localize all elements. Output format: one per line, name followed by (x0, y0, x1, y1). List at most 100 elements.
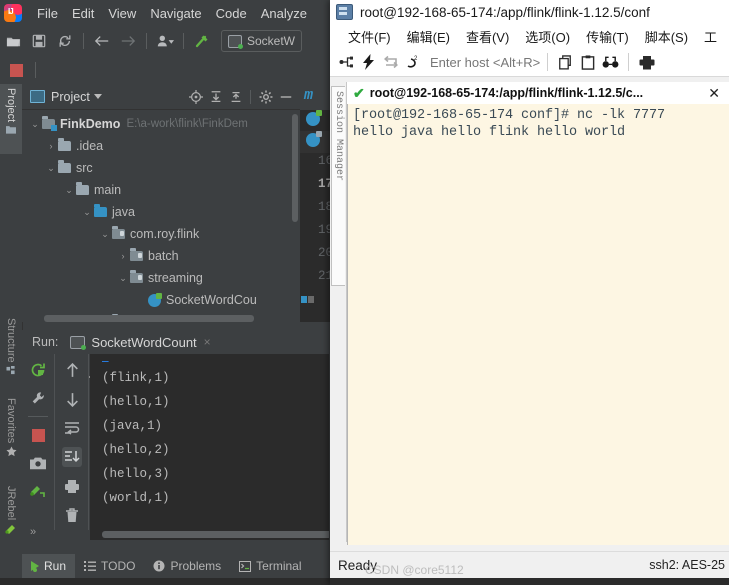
bottom-tab-problems[interactable]: Problems (144, 554, 230, 578)
run-tab-socketwordcount[interactable]: SocketWordCount × (70, 335, 211, 350)
chevron-collapsed-icon[interactable]: › (44, 141, 58, 151)
tree-node-package-batch[interactable]: › batch (22, 245, 300, 267)
run-configuration-selector[interactable]: SocketW (221, 30, 303, 52)
terminal-output[interactable]: [root@192-168-65-174 conf]# nc -lk 7777 … (347, 104, 729, 545)
host-input[interactable]: Enter host <Alt+R> (430, 55, 540, 70)
bottom-tab-terminal[interactable]: Terminal (230, 554, 310, 578)
console-link[interactable] (102, 354, 109, 364)
tree-node-src[interactable]: ⌄ src (22, 157, 300, 179)
sync-icon[interactable] (54, 30, 76, 52)
bottom-tab-todo[interactable]: TODO (75, 554, 144, 578)
paste-icon[interactable] (577, 51, 599, 73)
chevron-expanded-icon[interactable]: ⌄ (80, 207, 94, 218)
settings-wrench-icon[interactable] (28, 388, 48, 408)
scroll-to-end-icon[interactable] (62, 447, 82, 467)
tree-node-finkdemo[interactable]: ⌄ FinkDemo E:\a-work\flink\FinkDem (22, 113, 300, 135)
settings-gear-icon[interactable] (257, 88, 274, 105)
chevron-expanded-icon[interactable]: ⌄ (98, 229, 112, 240)
forward-arrow-icon[interactable] (117, 30, 139, 52)
chevron-expanded-icon[interactable]: ⌄ (116, 273, 130, 284)
disconnect-icon[interactable]: 2 (402, 51, 424, 73)
hide-panel-icon[interactable] (277, 88, 294, 105)
menu-item-transfer[interactable]: 传输(T) (578, 27, 637, 46)
terminal-icon (239, 560, 252, 572)
menu-item-code[interactable]: Code (209, 4, 254, 23)
chevron-collapsed-icon[interactable]: › (116, 251, 130, 261)
build-hammer-icon[interactable] (191, 30, 213, 52)
run-toolbar-more-button[interactable]: » (30, 526, 36, 538)
run-gutter-icon-secondary[interactable] (306, 131, 322, 147)
xshell-menu-bar: 文件(F) 编辑(E) 查看(V) 选项(O) 传输(T) 脚本(S) 工 (330, 24, 729, 48)
folder-icon (58, 138, 71, 151)
session-manager-tab[interactable]: Session Manager (331, 86, 345, 286)
console-line: (hello,1) (102, 395, 170, 409)
sidebar-item-project[interactable]: Project (0, 84, 22, 154)
close-icon[interactable]: ✕ (708, 85, 729, 102)
run-gutter-icon[interactable] (306, 110, 322, 126)
menu-item-navigate[interactable]: Navigate (143, 4, 208, 23)
back-arrow-icon[interactable] (91, 30, 113, 52)
terminal-line-prompt: [root@192-168-65-174 conf]# nc -lk 7777 (353, 108, 666, 123)
tool-tab-label-project: Project (5, 88, 17, 123)
sidebar-item-structure[interactable]: Structure (0, 314, 22, 386)
copy-session-icon[interactable] (555, 51, 577, 73)
sidebar-item-jrebel[interactable]: JRebel (0, 482, 22, 550)
xshell-status-bar: Ready ssh2: AES-25 (330, 551, 729, 578)
vcs-user-icon[interactable] (154, 30, 176, 52)
tree-node-java[interactable]: ⌄ java (22, 201, 300, 223)
new-session-icon[interactable] (336, 51, 358, 73)
menu-item-file[interactable]: 文件(F) (340, 27, 399, 46)
chevron-down-icon[interactable] (93, 94, 102, 99)
quick-connect-icon[interactable] (358, 51, 380, 73)
screenshot-camera-icon[interactable] (28, 453, 48, 473)
project-tree-horizontal-scrollbar[interactable] (44, 315, 254, 322)
tree-node-package-streaming[interactable]: ⌄ streaming (22, 267, 300, 289)
chevron-expanded-icon[interactable]: ⌄ (62, 185, 76, 196)
xshell-title-bar[interactable]: root@192-168-65-174:/app/flink/flink-1.1… (330, 0, 729, 24)
menu-item-edit[interactable]: 编辑(E) (399, 27, 458, 46)
soft-wrap-icon[interactable] (62, 418, 82, 438)
chevron-expanded-icon[interactable]: ⌄ (44, 163, 58, 174)
menu-item-analyze[interactable]: Analyze (254, 4, 314, 23)
run-config-label: SocketW (247, 34, 296, 48)
run-window-header: Run: SocketWordCount × (22, 330, 329, 354)
reconnect-icon[interactable] (380, 51, 402, 73)
scroll-up-icon[interactable] (62, 360, 82, 380)
jrebel-debug-icon[interactable] (28, 481, 48, 501)
scroll-down-icon[interactable] (62, 389, 82, 409)
print-icon[interactable] (636, 51, 658, 73)
package-icon (130, 248, 143, 261)
tree-node-socketwordcount[interactable]: SocketWordCou (22, 289, 300, 311)
close-icon[interactable]: × (204, 335, 211, 349)
find-icon[interactable] (599, 51, 621, 73)
run-console-output[interactable]: (flink,1) (hello,1) (java,1) (hello,2) (… (90, 354, 329, 540)
menu-item-view[interactable]: 查看(V) (458, 27, 517, 46)
rerun-icon[interactable] (28, 360, 48, 380)
menu-item-view[interactable]: View (101, 4, 143, 23)
tool-tab-label-jrebel: JRebel (5, 486, 17, 521)
project-tree-vertical-scrollbar[interactable] (292, 114, 298, 222)
menu-item-file[interactable]: File (30, 4, 65, 23)
tree-node-idea[interactable]: › .idea (22, 135, 300, 157)
chevron-expanded-icon[interactable]: ⌄ (28, 119, 42, 130)
locate-icon[interactable] (187, 88, 204, 105)
terminal-session-tab[interactable]: ✔ root@192-168-65-174:/app/flink/flink-1… (347, 82, 649, 104)
menu-item-options[interactable]: 选项(O) (517, 27, 578, 46)
stop-button[interactable] (10, 63, 23, 77)
tree-node-main[interactable]: ⌄ main (22, 179, 300, 201)
open-folder-icon[interactable] (2, 30, 24, 52)
expand-all-icon[interactable] (207, 88, 224, 105)
bottom-tab-run[interactable]: Run (22, 554, 76, 578)
tree-node-package-com-roy-flink[interactable]: ⌄ com.roy.flink (22, 223, 300, 245)
menu-item-edit[interactable]: Edit (65, 4, 101, 23)
menu-item-script[interactable]: 脚本(S) (637, 27, 696, 46)
ide-footer-strip (0, 578, 340, 585)
stop-icon[interactable] (28, 425, 48, 445)
collapse-all-icon[interactable] (227, 88, 244, 105)
trash-icon[interactable] (62, 505, 82, 525)
save-icon[interactable] (28, 30, 50, 52)
menu-item-tools[interactable]: 工 (696, 27, 725, 46)
console-horizontal-scrollbar[interactable] (102, 531, 329, 538)
print-icon[interactable] (62, 476, 82, 496)
sidebar-item-favorites[interactable]: Favorites (0, 394, 22, 474)
